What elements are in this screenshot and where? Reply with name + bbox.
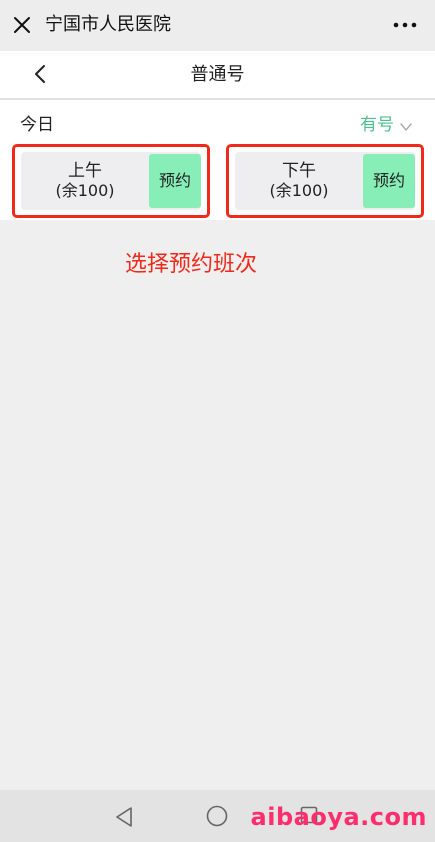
hospital-title: 宁国市人民医院 <box>45 14 171 35</box>
slot-remaining-count: (余100) <box>55 181 115 200</box>
book-afternoon-button[interactable]: 预约 <box>363 154 415 208</box>
schedule-panel: 今日 有号 上午 (余100) 预约 下午 (余100) 预约 <box>0 100 435 220</box>
slot-period-label: 下午 <box>282 161 316 181</box>
watermark: aibaoya.com <box>250 803 427 831</box>
highlight-frame-morning: 上午 (余100) 预约 <box>12 144 210 218</box>
page-title: 普通号 <box>190 64 245 85</box>
slot-period-label: 上午 <box>68 161 102 181</box>
page-nav-bar: 普通号 <box>0 51 435 98</box>
slot-info-afternoon: 下午 (余100) <box>235 152 363 210</box>
availability-label: 有号 <box>360 115 394 135</box>
close-icon[interactable] <box>10 13 34 37</box>
instruction-annotation: 选择预约班次 <box>125 252 258 277</box>
book-morning-button[interactable]: 预约 <box>149 154 201 208</box>
availability-filter[interactable]: 有号 <box>360 114 413 136</box>
highlight-frame-afternoon: 下午 (余100) 预约 <box>226 144 424 218</box>
chevron-down-icon <box>400 123 412 131</box>
wechat-title-bar: 宁国市人民医院 <box>0 0 435 51</box>
slot-card-afternoon: 下午 (余100) 预约 <box>235 152 415 210</box>
slot-card-morning: 上午 (余100) 预约 <box>21 152 201 210</box>
triangle-back-icon[interactable] <box>114 806 134 828</box>
circle-home-icon[interactable] <box>206 805 228 827</box>
slot-info-morning: 上午 (余100) <box>21 152 149 210</box>
screen: 宁国市人民医院 普通号 今日 有号 上午 (余100) 预约 下午 (余100)… <box>0 0 435 842</box>
slot-remaining-count: (余100) <box>269 181 329 200</box>
more-dots-icon[interactable] <box>393 16 417 34</box>
date-label: 今日 <box>20 115 54 135</box>
